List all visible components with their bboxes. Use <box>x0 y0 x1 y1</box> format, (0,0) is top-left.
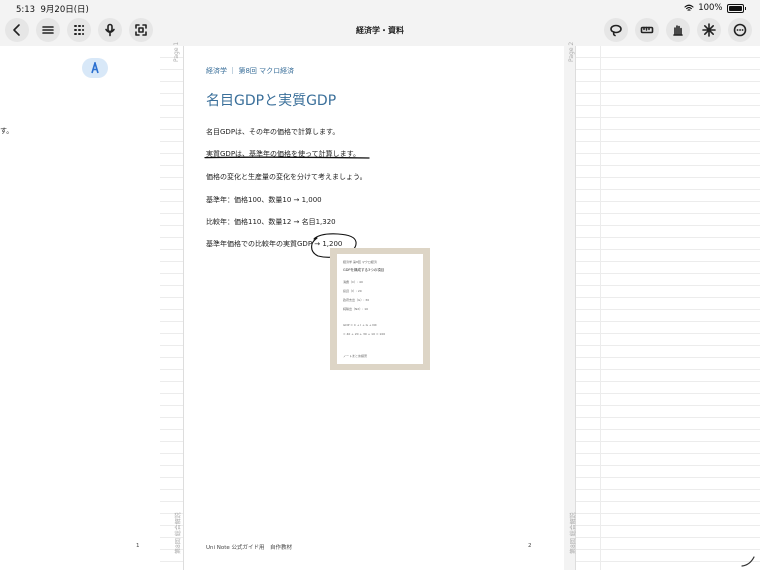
thumb-line: = 40 + 20 + 30 + 10 = 100 <box>343 332 386 336</box>
battery-percent: 100% <box>698 3 723 13</box>
thumb-line: 経済学 第8回 マクロ経済 <box>343 260 377 264</box>
page-side-label: Page 2 <box>568 41 575 62</box>
page-side-label-bottom: 第8回 総合解説 <box>570 512 577 554</box>
lasso-tool-button[interactable] <box>604 18 628 42</box>
ruler-icon <box>640 26 654 34</box>
thumb-title: GDPを構成する3つの項目 <box>343 268 385 272</box>
hand-icon <box>673 25 683 36</box>
more-icon <box>733 23 747 37</box>
embedded-image[interactable]: 経済学 第8回 マクロ経済 GDPを構成する3つの項目 消費（C）: 40 投資… <box>330 248 430 370</box>
status-time: 5:13 9月20日(日) <box>16 3 89 15</box>
text-line: 名目GDPは、その年の価格で計算します。 <box>206 128 340 136</box>
sparkle-icon <box>702 23 716 37</box>
page-side-label: Page 1 <box>173 41 180 62</box>
ink-underline[interactable] <box>204 156 370 159</box>
clock: 5:13 <box>16 5 36 15</box>
thumb-line: ノートまとめ練習 <box>343 354 368 358</box>
text-line: 基準年：価格100、数量10 → 1,000 <box>206 196 322 204</box>
page-number-left: 1 <box>136 543 140 549</box>
previous-page-text: す。 <box>0 127 14 135</box>
note-canvas[interactable]: す。 Page 1 第8回 総合解説 経済学 ｜ 第8回 マクロ経済 名目GDP… <box>0 42 760 570</box>
thumb-line: 純輸出（NX）: 10 <box>343 307 369 311</box>
ruler-button[interactable] <box>635 18 659 42</box>
page-2-margin <box>600 46 601 570</box>
more-button[interactable] <box>728 18 752 42</box>
date: 9月20日(日) <box>40 5 89 15</box>
page-2[interactable] <box>576 46 760 570</box>
hand-tool-button[interactable] <box>666 18 690 42</box>
battery-icon <box>726 3 744 13</box>
page-side-label-bottom: 第8回 総合解説 <box>175 512 182 554</box>
thumb-line: 投資（I）: 20 <box>343 289 362 293</box>
pen-tool-indicator[interactable] <box>82 58 108 78</box>
page-number-right: 2 <box>528 543 532 549</box>
status-bar: 5:13 9月20日(日) 100% <box>0 0 760 16</box>
text-line: 比較年：価格110、数量12 → 名目1,320 <box>206 218 336 226</box>
effects-button[interactable] <box>697 18 721 42</box>
page-footer: Uni Note 公式ガイド用 自作教材 <box>206 545 293 551</box>
pen-icon <box>91 62 99 74</box>
battery-nub <box>744 6 746 10</box>
resize-handle-icon[interactable] <box>740 554 756 568</box>
thumb-line: GDP = C + I + G + NX <box>343 323 377 327</box>
thumb-line: 消費（C）: 40 <box>343 280 363 284</box>
wifi-icon <box>684 4 694 11</box>
previous-page-margin <box>160 46 184 570</box>
breadcrumb: 経済学 ｜ 第8回 マクロ経済 <box>206 67 295 75</box>
page-1[interactable]: Page 1 第8回 総合解説 経済学 ｜ 第8回 マクロ経済 名目GDPと実質… <box>136 42 564 570</box>
previous-page[interactable]: す。 <box>0 46 160 570</box>
embedded-image-page: 経済学 第8回 マクロ経済 GDPを構成する3つの項目 消費（C）: 40 投資… <box>337 254 423 364</box>
text-line: 価格の変化と生産量の変化を分けて考えましょう。 <box>206 173 367 181</box>
lasso-icon <box>610 24 622 37</box>
toolbar: 経済学・資料 <box>0 16 760 44</box>
thumb-line: 政府支出（G）: 30 <box>343 298 370 302</box>
page-title: 名目GDPと実質GDP <box>206 93 337 109</box>
status-indicators: 100% <box>684 3 746 13</box>
